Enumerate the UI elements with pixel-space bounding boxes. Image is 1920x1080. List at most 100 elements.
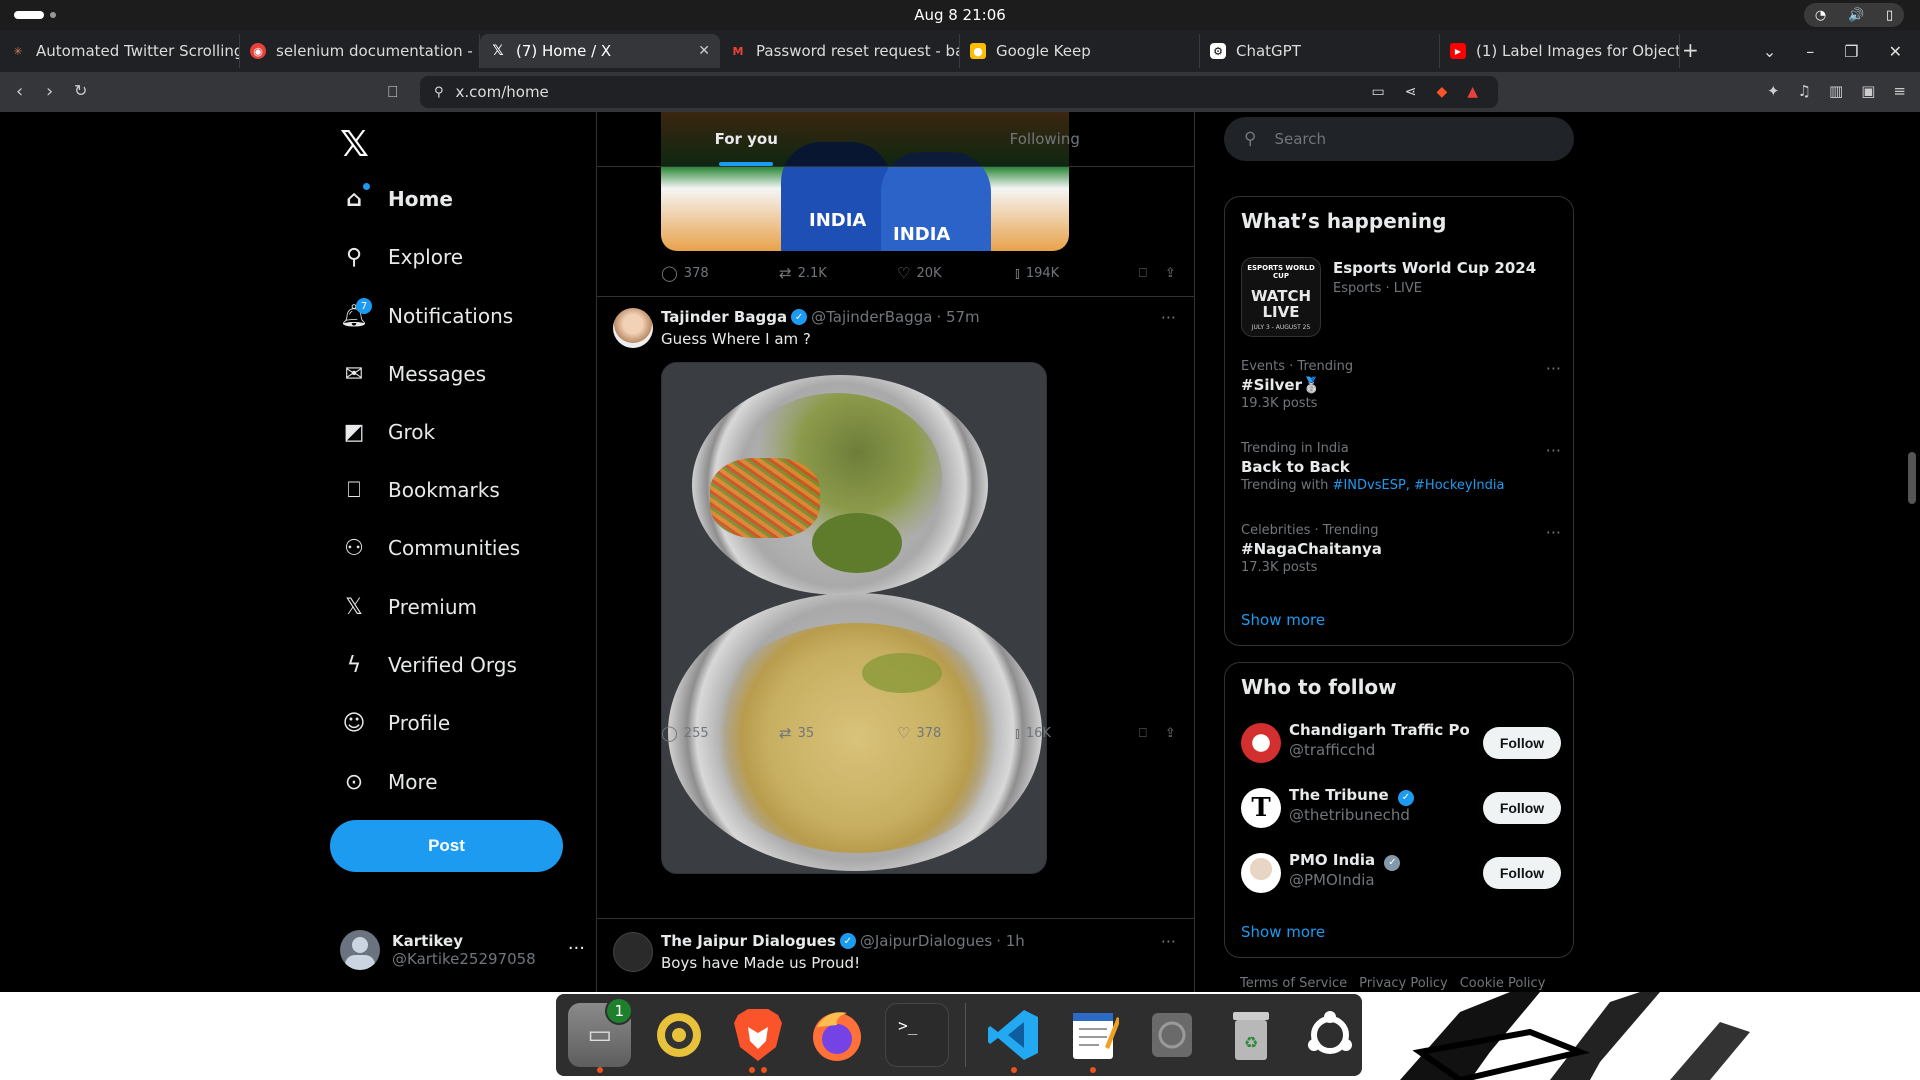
- author-name[interactable]: Tajinder Bagga: [661, 308, 787, 326]
- disk-icon[interactable]: [1140, 1003, 1203, 1067]
- nav-grok[interactable]: ◩ Grok: [340, 412, 436, 452]
- system-tray[interactable]: ◔ 🔊 ▯: [1804, 3, 1904, 27]
- tab-youtube[interactable]: ▶ (1) Label Images for Object: [1440, 34, 1680, 68]
- share-icon[interactable]: ⋖: [1405, 84, 1417, 100]
- more-horizontal-icon[interactable]: ···: [1546, 523, 1561, 542]
- tab-selenium-docs[interactable]: ◉ selenium documentation - B: [240, 34, 480, 68]
- avatar[interactable]: [613, 932, 653, 972]
- more-horizontal-icon[interactable]: ···: [1546, 359, 1561, 378]
- files-icon[interactable]: ▭ 1: [568, 997, 634, 1073]
- avatar[interactable]: [613, 308, 653, 348]
- like-button[interactable]: ♡ 20K: [897, 264, 1015, 282]
- brave-shields-icon[interactable]: ◆: [1436, 84, 1447, 100]
- show-more-link[interactable]: Show more: [1241, 923, 1325, 941]
- vscode-icon[interactable]: [982, 1003, 1045, 1073]
- terms-link[interactable]: Terms of Service: [1240, 976, 1347, 991]
- reply-button[interactable]: ◯ 255: [661, 724, 779, 742]
- tab-automated-twitter[interactable]: ✳ Automated Twitter Scrolling: [0, 34, 240, 68]
- firefox-icon[interactable]: [806, 1003, 869, 1067]
- site-info-icon[interactable]: ⚲: [434, 85, 444, 100]
- back-icon[interactable]: ‹: [16, 81, 23, 102]
- post-button[interactable]: Post: [330, 820, 563, 872]
- event-title[interactable]: Esports World Cup 2024: [1333, 259, 1536, 277]
- show-more-link[interactable]: Show more: [1241, 611, 1325, 629]
- follow-suggestion[interactable]: PMO India ✓ @PMOIndia Follow: [1241, 849, 1561, 899]
- more-horizontal-icon[interactable]: ···: [1546, 441, 1561, 460]
- maximize-icon[interactable]: ❐: [1844, 42, 1858, 61]
- account-switcher[interactable]: Kartikey @Kartike25297058 ···: [340, 920, 585, 980]
- forward-icon[interactable]: ›: [46, 81, 53, 102]
- new-tab-icon[interactable]: +: [1682, 38, 1699, 62]
- tab-gmail[interactable]: M Password reset request - bai: [720, 34, 960, 68]
- nav-notifications[interactable]: 🔔︎ 7 Notifications: [340, 296, 513, 336]
- menu-icon[interactable]: ≡: [1893, 82, 1906, 100]
- bookmark-page-icon[interactable]: ⎕: [388, 82, 398, 102]
- close-tab-icon[interactable]: ✕: [698, 43, 710, 59]
- follow-suggestion[interactable]: T The Tribune ✓ @thetribunechd Follow: [1241, 784, 1561, 834]
- ubuntu-icon[interactable]: [1299, 1003, 1362, 1067]
- clock[interactable]: Aug 8 21:06: [0, 6, 1920, 24]
- bookmark-icon[interactable]: ⎕: [1139, 726, 1147, 741]
- reload-icon[interactable]: ↻: [74, 81, 87, 100]
- more-horizontal-icon[interactable]: ···: [1161, 932, 1176, 951]
- share-icon[interactable]: ⇪: [1165, 266, 1176, 281]
- repost-button[interactable]: ⇄ 35: [779, 724, 897, 742]
- nav-profile[interactable]: ☺ Profile: [340, 703, 451, 743]
- trash-icon[interactable]: ♻: [1219, 1003, 1282, 1067]
- brave-rewards-icon[interactable]: ▲: [1467, 84, 1478, 100]
- follow-suggestion[interactable]: Chandigarh Traffic Police @trafficchd Fo…: [1241, 719, 1561, 769]
- like-button[interactable]: ♡ 378: [897, 724, 1015, 742]
- x-logo-icon[interactable]: 𝕏: [340, 124, 369, 165]
- follow-button[interactable]: Follow: [1483, 792, 1561, 824]
- sidebar-icon[interactable]: ▥: [1829, 82, 1843, 100]
- address-bar[interactable]: ⚲ x.com/home ▭ ⋖ ◆ ▲: [420, 76, 1498, 108]
- tab-list-chevron-icon[interactable]: ⌄: [1763, 42, 1776, 61]
- nav-more[interactable]: ⊙ More: [340, 762, 438, 802]
- tab-google-keep[interactable]: ● Google Keep: [960, 34, 1200, 68]
- reply-button[interactable]: ◯ 378: [661, 264, 779, 282]
- search-field[interactable]: ⚲ Search: [1224, 117, 1574, 161]
- share-icon[interactable]: ⇪: [1165, 726, 1176, 741]
- trend-hashtag-links[interactable]: #INDvsESP, #HockeyIndia: [1333, 478, 1505, 493]
- author-handle[interactable]: @JaipurDialogues: [860, 932, 992, 950]
- brave-icon[interactable]: [727, 1003, 790, 1073]
- views-button[interactable]: ⫾ 16K: [1015, 724, 1139, 742]
- nav-communities[interactable]: ⚇ Communities: [340, 528, 520, 568]
- nav-premium[interactable]: 𝕏 Premium: [340, 587, 477, 627]
- bookmark-icon[interactable]: ⎕: [1139, 266, 1147, 281]
- cookie-link[interactable]: Cookie Policy: [1460, 976, 1546, 991]
- tab-for-you[interactable]: For you: [597, 112, 896, 166]
- trend-item[interactable]: Events · Trending #Silver🥈 19.3K posts ·…: [1241, 359, 1561, 411]
- tab-following[interactable]: Following: [896, 112, 1195, 166]
- minimize-icon[interactable]: –: [1806, 42, 1814, 61]
- terminal-icon[interactable]: >_: [885, 1003, 949, 1067]
- more-horizontal-icon[interactable]: ···: [1161, 308, 1176, 327]
- nav-bookmarks[interactable]: ⎕ Bookmarks: [340, 470, 499, 510]
- repost-button[interactable]: ⇄ 2.1K: [779, 264, 897, 282]
- nav-verified-orgs[interactable]: ϟ Verified Orgs: [340, 645, 517, 685]
- nav-home[interactable]: ⌂ Home: [340, 179, 453, 219]
- event-thumbnail[interactable]: ESPORTS WORLD CUP WATCH LIVE JULY 3 - AU…: [1241, 257, 1321, 337]
- url-text[interactable]: x.com/home: [456, 83, 549, 101]
- rhythmbox-icon[interactable]: [647, 1003, 710, 1067]
- trend-item[interactable]: Celebrities · Trending #NagaChaitanya 17…: [1241, 523, 1561, 575]
- tweet-time[interactable]: · 1h: [996, 932, 1025, 950]
- cast-icon[interactable]: ▭: [1371, 84, 1384, 100]
- nav-messages[interactable]: ✉ Messages: [340, 354, 486, 394]
- privacy-link[interactable]: Privacy Policy: [1359, 976, 1448, 991]
- trend-item[interactable]: Trending in India Back to Back Trending …: [1241, 441, 1561, 493]
- more-horizontal-icon[interactable]: ···: [568, 938, 585, 959]
- tweet-image[interactable]: [661, 362, 1047, 874]
- text-editor-icon[interactable]: [1061, 1003, 1124, 1073]
- tab-chatgpt[interactable]: ⚙ ChatGPT: [1200, 34, 1440, 68]
- tweet-time[interactable]: · 57m: [936, 308, 979, 326]
- follow-button[interactable]: Follow: [1483, 727, 1561, 759]
- close-window-icon[interactable]: ✕: [1889, 42, 1902, 61]
- wallet-icon[interactable]: ▣: [1861, 82, 1875, 100]
- scrollbar-thumb[interactable]: [1908, 452, 1916, 504]
- author-handle[interactable]: @TajinderBagga: [811, 308, 932, 326]
- scrollbar[interactable]: [1905, 112, 1920, 992]
- views-button[interactable]: ⫾ 194K: [1015, 264, 1139, 282]
- follow-button[interactable]: Follow: [1483, 857, 1561, 889]
- author-name[interactable]: The Jaipur Dialogues: [661, 932, 836, 950]
